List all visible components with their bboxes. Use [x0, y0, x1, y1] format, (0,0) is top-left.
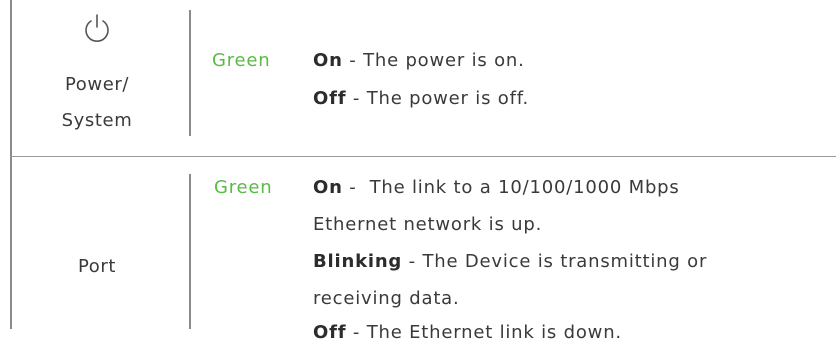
- status-description: The link to a 10/100/1000 Mbps: [369, 177, 680, 198]
- led-label-port: Port: [77, 256, 117, 277]
- status-description: The power is off.: [366, 88, 530, 109]
- led-color: Green: [212, 50, 271, 71]
- status-name: On: [313, 177, 343, 198]
- status-line: Blinking - The Device is transmitting or: [313, 251, 707, 272]
- status-line: On - The power is on.: [313, 50, 525, 71]
- status-description-continued: receiving data.: [313, 288, 460, 309]
- power-icon: [80, 12, 114, 46]
- led-label-power: Power/: [64, 74, 130, 95]
- status-description: The Device is transmitting or: [422, 251, 708, 272]
- status-description: The power is on.: [363, 50, 525, 71]
- status-name: On: [313, 50, 343, 71]
- led-color: Green: [214, 177, 273, 198]
- status-name: Off: [313, 88, 347, 109]
- table-left-border: [10, 0, 12, 329]
- status-description: The Ethernet link is down.: [366, 322, 622, 343]
- status-separator: -: [346, 322, 367, 343]
- status-description-continued: Ethernet network is up.: [313, 214, 543, 235]
- row-divider: [10, 156, 836, 157]
- led-label-system: System: [61, 110, 133, 131]
- column-divider: [189, 10, 191, 136]
- status-separator: -: [342, 177, 370, 198]
- status-line: On - The link to a 10/100/1000 Mbps: [313, 177, 680, 198]
- status-separator: -: [402, 251, 423, 272]
- column-divider: [189, 174, 191, 329]
- status-separator: -: [342, 50, 364, 71]
- status-line: Off - The power is off.: [313, 88, 529, 109]
- status-separator: -: [346, 88, 367, 109]
- status-name: Off: [313, 322, 347, 343]
- status-line: Off - The Ethernet link is down.: [313, 322, 622, 343]
- status-name: Blinking: [313, 251, 403, 272]
